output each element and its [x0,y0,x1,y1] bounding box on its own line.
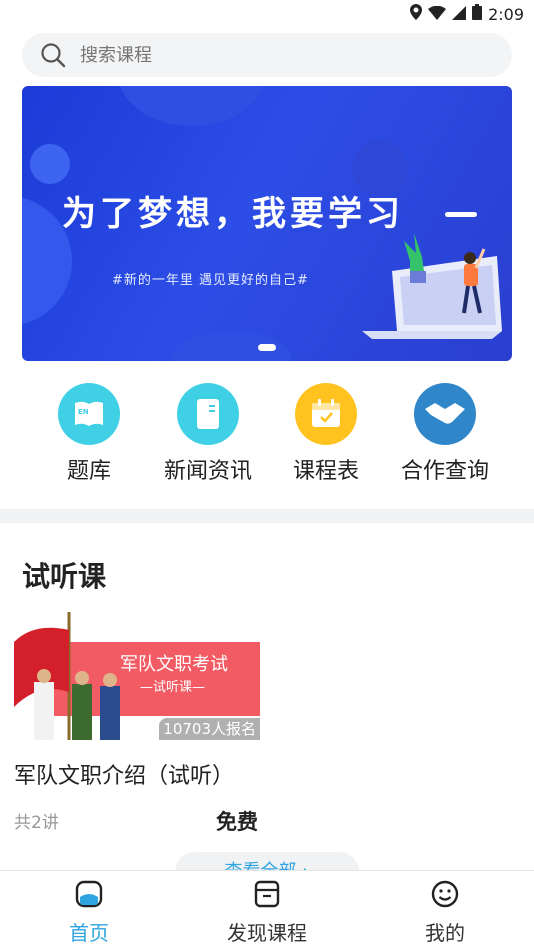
status-time: 2:09 [488,4,524,24]
discover-icon [254,880,280,908]
tab-label: 我的 [425,921,465,945]
status-icons: 2:09 [410,4,524,24]
thumbnail-title: 军队文职考试 [120,654,228,675]
location-icon [410,4,423,24]
course-thumbnail[interactable]: 军队文职考试 —试听课— 10703人报名 [14,612,260,740]
svg-text:EN: EN [78,408,89,416]
thumbnail-subtitle: —试听课— [140,680,206,695]
banner-subtitle: #新的一年里 遇见更好的自己# [112,273,309,288]
tab-profile[interactable]: 我的 [375,879,515,946]
carousel-indicator[interactable] [258,344,276,351]
course-name[interactable]: 军队文职介绍（试听） [14,758,234,790]
tab-home[interactable]: 首页 [19,879,159,946]
search-bar[interactable] [22,33,512,77]
banner-title: 为了梦想，我要学习 [62,194,404,234]
nav-label: 课程表 [292,459,359,484]
tab-discover[interactable]: 发现课程 [197,879,337,946]
nav-label: 新闻资讯 [163,459,252,484]
profile-icon [431,880,459,908]
section-divider [0,509,534,523]
bottom-tab-bar: 首页 发现课程 我的 [0,870,534,950]
wifi-icon [428,5,447,24]
home-icon [75,880,103,908]
enrolled-count: 10703人报名 [159,718,260,740]
quick-nav: EN 题库 新闻资讯 课程表 合作查询 [0,383,534,485]
banner-decor-circle [30,144,70,184]
nav-label: 合作查询 [400,459,489,484]
section-title: 试听课 [22,560,107,593]
calendar-icon [295,383,357,445]
nav-item-question-bank[interactable]: EN 题库 [29,383,149,485]
laptop-person-illustration [362,233,502,339]
tab-label: 首页 [69,921,109,945]
soldiers-illustration [14,612,120,740]
search-icon [41,43,66,68]
battery-icon [472,4,483,24]
nav-item-schedule[interactable]: 课程表 [266,383,386,485]
signal-icon [452,5,467,24]
search-input[interactable] [80,44,460,66]
document-icon [177,383,239,445]
nav-item-cooperation[interactable]: 合作查询 [385,383,505,485]
status-bar: 2:09 [0,0,534,28]
nav-item-news[interactable]: 新闻资讯 [148,383,268,485]
course-price: 免费 [216,810,258,834]
banner-dash [445,212,477,217]
course-lessons: 共2讲 [14,813,59,833]
book-icon: EN [58,383,120,445]
handshake-icon [414,383,476,445]
nav-label: 题库 [66,459,111,484]
banner-decor-circle [117,86,267,126]
banner-carousel[interactable]: 为了梦想，我要学习 #新的一年里 遇见更好的自己# [22,86,512,361]
tab-label: 发现课程 [227,921,307,945]
